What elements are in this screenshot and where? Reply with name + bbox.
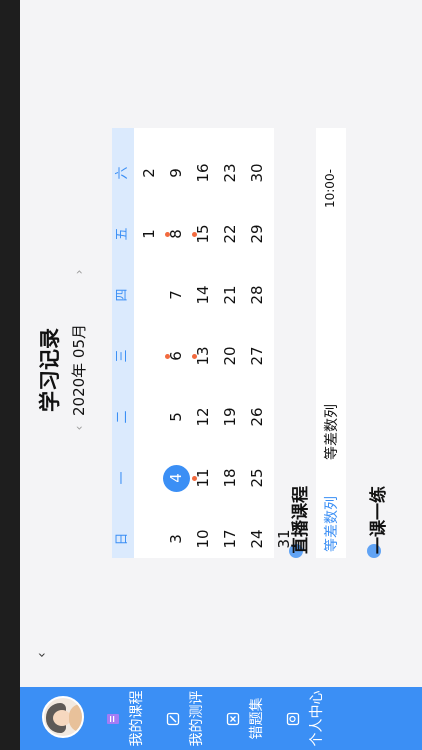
calendar-day[interactable]: 28 [244,281,271,309]
calendar-day[interactable]: 3 [163,525,190,553]
calendar-day[interactable]: 19 [217,403,244,431]
calendar-day[interactable]: 10 [190,525,217,553]
calendar-day[interactable]: 2 [136,159,163,187]
collapse-chevron-icon[interactable]: ‹ [32,645,52,665]
nav-item-my-courses[interactable]: 我的课程 [98,687,158,750]
nav-item-my-evaluations[interactable]: 我的测评 [158,687,218,750]
weekday-label: 三 [115,349,130,363]
calendar-day[interactable]: 4 [163,464,190,492]
book-icon [107,714,119,724]
calendar-day[interactable]: 15 [190,220,217,248]
calendar-day[interactable]: 8 [163,220,190,248]
calendar-day[interactable]: 30 [244,159,271,187]
calendar-day[interactable]: 6 [163,342,190,370]
avatar[interactable] [42,696,84,738]
nav-label: 错题集 [249,697,265,740]
weekday-label: 六 [115,166,130,180]
calendar-day[interactable]: 29 [244,220,271,248]
side-navigation: 我的课程 我的测评 错题集 个人中心 [20,687,422,750]
weekday-label: 二 [115,410,130,424]
activity-dot [192,476,197,481]
live-section-title: 直播课程 [291,486,311,554]
nav-item-personal-center[interactable]: 个人中心 [278,687,338,750]
live-course-time: 10:00- [323,169,337,208]
screen: 我的课程 我的测评 错题集 个人中心 ‹ 学习记录 2020年 05月 ‹ › … [0,0,422,750]
calendar-day[interactable]: 12 [190,403,217,431]
calendar-day[interactable]: 22 [217,220,244,248]
calendar-day[interactable]: 20 [217,342,244,370]
calendar-day[interactable]: 9 [163,159,190,187]
calendar-day[interactable]: 27 [244,342,271,370]
activity-dot [165,232,170,237]
weekday-label: 日 [115,532,130,546]
calendar-day[interactable]: 5 [163,403,190,431]
calendar-day[interactable]: 26 [244,403,271,431]
live-course-tag: 等差数列 [324,496,340,552]
calendar-day[interactable]: 25 [244,464,271,492]
live-course-name: 等差数列 [324,404,340,460]
calendar: 日一二三四五六 1 2 3 4 5 6 7 8 9 10 11 12 13 14 15 16 17 18 19 20 2… [112,128,293,558]
activity-dot [192,354,197,359]
practice-section-title[interactable]: 一课一练 [364,486,389,554]
page-title: 学习记录 [38,328,62,412]
calendar-day[interactable]: 13 [190,342,217,370]
activity-dot [165,354,170,359]
search-person-icon [286,712,300,726]
nav-label: 个人中心 [309,690,325,747]
nav-label: 我的测评 [189,690,205,747]
calendar-day[interactable]: 23 [217,159,244,187]
weekday-label: 一 [115,471,130,485]
pen-icon [166,712,180,726]
calendar-day[interactable]: 24 [244,525,271,553]
next-month-icon[interactable]: › [70,264,88,280]
cross-book-icon [226,712,240,726]
weekday-label: 四 [115,288,130,302]
calendar-day[interactable]: 16 [190,159,217,187]
calendar-day[interactable]: 14 [190,281,217,309]
nav-label: 我的课程 [129,690,145,747]
calendar-day[interactable]: 17 [217,525,244,553]
nav-item-wrong-answers[interactable]: 错题集 [218,687,278,750]
calendar-weekday-header: 日一二三四五六 [112,128,134,558]
calendar-day[interactable]: 1 [136,220,163,248]
activity-dot [192,232,197,237]
calendar-day[interactable]: 7 [163,281,190,309]
live-course-card[interactable]: 等差数列 等差数列 10:00- [316,128,346,558]
calendar-day[interactable]: 11 [190,464,217,492]
prev-month-icon[interactable]: ‹ [70,420,88,436]
app-canvas: 我的课程 我的测评 错题集 个人中心 ‹ 学习记录 2020年 05月 ‹ › … [20,0,422,750]
weekday-label: 五 [115,227,130,241]
calendar-day[interactable]: 18 [217,464,244,492]
calendar-day[interactable]: 21 [217,281,244,309]
